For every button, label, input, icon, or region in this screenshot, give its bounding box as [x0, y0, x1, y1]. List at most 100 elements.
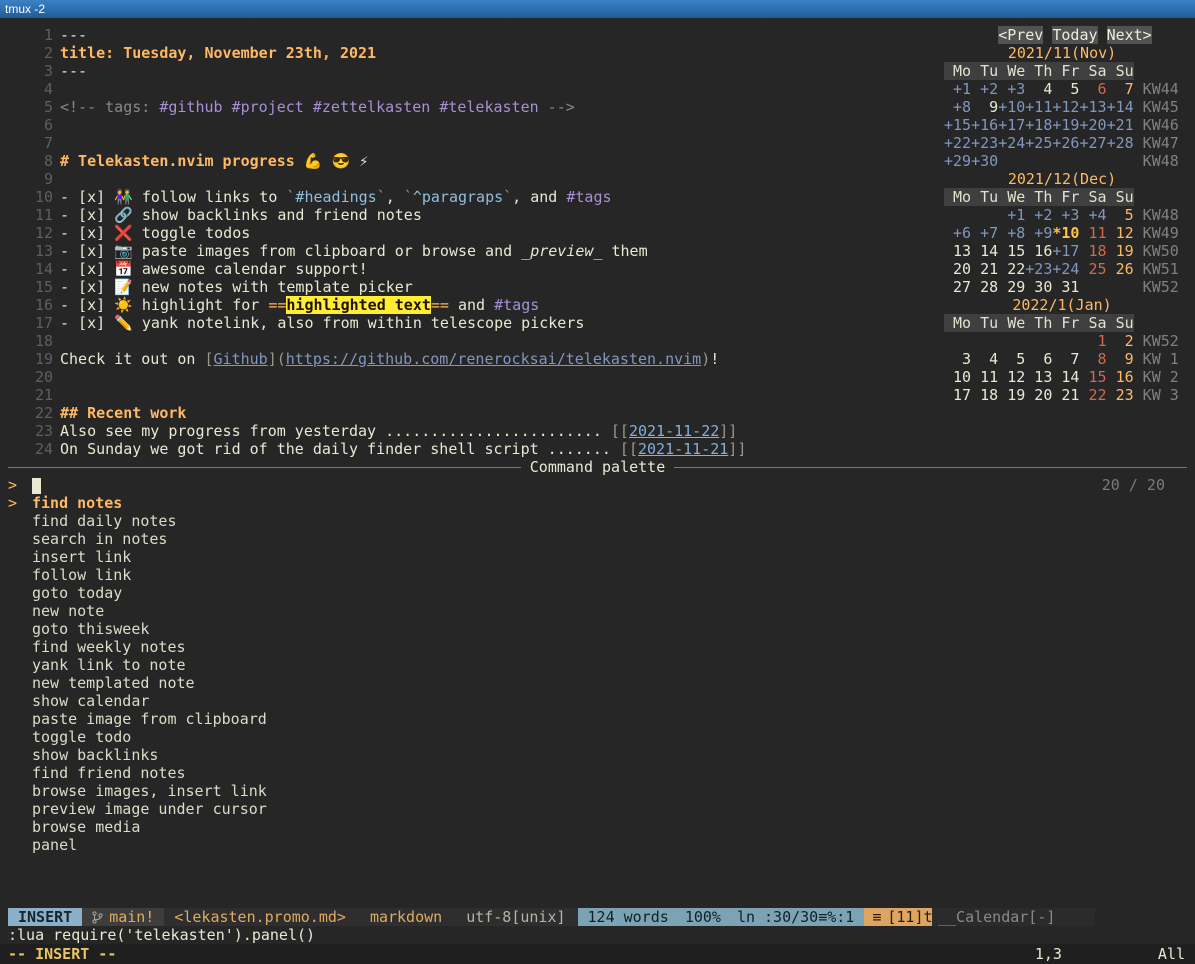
calendar-day[interactable]: +11 — [1025, 98, 1052, 116]
calendar-day[interactable]: +7 — [971, 224, 998, 242]
editor-line[interactable]: 12- [x] ❌ toggle todos — [8, 224, 944, 242]
editor-line[interactable]: 24On Sunday we got rid of the daily find… — [8, 440, 944, 458]
calendar-day[interactable]: 19 — [1107, 242, 1134, 260]
calendar-day[interactable]: +25 — [1025, 134, 1052, 152]
palette-item[interactable]: panel — [8, 836, 1195, 854]
calendar-day[interactable]: 5 — [1052, 80, 1079, 98]
calendar-day[interactable]: 7 — [1107, 80, 1134, 98]
calendar-day[interactable]: 16 — [1107, 368, 1134, 386]
calendar-day[interactable]: +15 — [944, 116, 971, 134]
calendar-day[interactable]: 9 — [971, 98, 998, 116]
editor-line[interactable]: 13- [x] 📷 paste images from clipboard or… — [8, 242, 944, 260]
editor-line[interactable]: 23Also see my progress from yesterday ..… — [8, 422, 944, 440]
calendar-day[interactable]: +6 — [944, 224, 971, 242]
calendar-day[interactable]: 12 — [1107, 224, 1134, 242]
calendar-day[interactable]: 25 — [1079, 260, 1106, 278]
calendar-day[interactable]: 14 — [1052, 368, 1079, 386]
calendar-day[interactable]: +10 — [998, 98, 1025, 116]
editor-line[interactable]: 8# Telekasten.nvim progress 💪 😎 ⚡ — [8, 152, 944, 170]
editor-line[interactable]: 3--- — [8, 62, 944, 80]
calendar-day[interactable]: 31 — [1052, 278, 1079, 296]
calendar-prev-button[interactable]: <Prev — [998, 26, 1043, 44]
calendar-day[interactable]: 26 — [1107, 260, 1134, 278]
calendar-day[interactable]: +20 — [1079, 116, 1106, 134]
editor-line[interactable]: 5<!-- tags: #github #project #zettelkast… — [8, 98, 944, 116]
calendar-day[interactable]: +19 — [1052, 116, 1079, 134]
calendar-day[interactable]: +30 — [971, 152, 998, 170]
calendar-day[interactable]: +23 — [1025, 260, 1052, 278]
palette-item[interactable]: toggle todo — [8, 728, 1195, 746]
calendar-day[interactable]: 5 — [998, 350, 1025, 368]
palette-item[interactable]: browse media — [8, 818, 1195, 836]
calendar-day[interactable]: 3 — [944, 350, 971, 368]
editor-line[interactable]: 22## Recent work — [8, 404, 944, 422]
editor-line[interactable]: 6 — [8, 116, 944, 134]
palette-item[interactable]: preview image under cursor — [8, 800, 1195, 818]
calendar-day[interactable]: +27 — [1079, 134, 1106, 152]
window-titlebar[interactable]: tmux -2 — [0, 0, 1195, 18]
calendar-day[interactable]: 16 — [1025, 242, 1052, 260]
calendar-day[interactable]: 21 — [1052, 386, 1079, 404]
calendar-day[interactable]: +24 — [998, 134, 1025, 152]
calendar-day[interactable]: 27 — [944, 278, 971, 296]
calendar-day[interactable]: +28 — [1107, 134, 1134, 152]
calendar-day[interactable]: +21 — [1107, 116, 1134, 134]
palette-item[interactable]: goto today — [8, 584, 1195, 602]
palette-item[interactable]: follow link — [8, 566, 1195, 584]
calendar-day[interactable]: +23 — [971, 134, 998, 152]
calendar-day[interactable]: +16 — [971, 116, 998, 134]
palette-item[interactable]: find friend notes — [8, 764, 1195, 782]
calendar-day[interactable]: +1 — [998, 206, 1025, 224]
calendar-day[interactable]: +13 — [1079, 98, 1106, 116]
palette-prompt[interactable]: > 20 / 20 — [8, 476, 1195, 494]
calendar-day[interactable]: 12 — [998, 368, 1025, 386]
calendar-day[interactable]: +14 — [1107, 98, 1134, 116]
editor-line[interactable]: 21 — [8, 386, 944, 404]
calendar-day[interactable]: +9 — [1025, 224, 1052, 242]
calendar-day[interactable]: 15 — [1079, 368, 1106, 386]
calendar-day[interactable]: 8 — [1079, 350, 1106, 368]
editor-line[interactable]: 7 — [8, 134, 944, 152]
editor-line[interactable]: 15- [x] 📝 new notes with template picker — [8, 278, 944, 296]
editor-line[interactable]: 11- [x] 🔗 show backlinks and friend note… — [8, 206, 944, 224]
calendar-day[interactable]: 18 — [971, 386, 998, 404]
calendar-day[interactable]: +4 — [1079, 206, 1106, 224]
editor-line[interactable]: 17- [x] ✏️ yank notelink, also from with… — [8, 314, 944, 332]
editor-line[interactable]: 20 — [8, 368, 944, 386]
palette-item[interactable]: new templated note — [8, 674, 1195, 692]
palette-item[interactable]: yank link to note — [8, 656, 1195, 674]
calendar-day[interactable]: 13 — [944, 242, 971, 260]
calendar-day[interactable]: +22 — [944, 134, 971, 152]
calendar-day[interactable]: 7 — [1052, 350, 1079, 368]
editor-line[interactable]: 2title: Tuesday, November 23th, 2021 — [8, 44, 944, 62]
calendar-day[interactable]: +8 — [944, 98, 971, 116]
palette-item[interactable]: new note — [8, 602, 1195, 620]
calendar-day[interactable]: 4 — [971, 350, 998, 368]
palette-item[interactable]: show backlinks — [8, 746, 1195, 764]
calendar-day[interactable]: 2 — [1107, 332, 1134, 350]
calendar-day[interactable]: 15 — [998, 242, 1025, 260]
calendar-day[interactable]: +18 — [1025, 116, 1052, 134]
calendar-day[interactable]: 6 — [1079, 80, 1106, 98]
calendar-day[interactable]: 9 — [1107, 350, 1134, 368]
calendar-day[interactable]: 30 — [1025, 278, 1052, 296]
calendar-today-button[interactable]: Today — [1052, 26, 1097, 44]
editor-line[interactable]: 14- [x] 📅 awesome calendar support! — [8, 260, 944, 278]
calendar-day[interactable]: +3 — [998, 80, 1025, 98]
calendar-day[interactable]: 28 — [971, 278, 998, 296]
calendar-day[interactable]: +29 — [944, 152, 971, 170]
palette-item[interactable]: goto thisweek — [8, 620, 1195, 638]
calendar-day[interactable]: 29 — [998, 278, 1025, 296]
editor-line[interactable]: 4 — [8, 80, 944, 98]
calendar-day[interactable]: 20 — [1025, 386, 1052, 404]
calendar-day[interactable]: 14 — [971, 242, 998, 260]
editor-line[interactable]: 16- [x] ☀️ highlight for ==highlighted t… — [8, 296, 944, 314]
palette-item[interactable]: insert link — [8, 548, 1195, 566]
command-line[interactable]: :lua require('telekasten').panel() — [8, 926, 1195, 944]
calendar-day[interactable]: 22 — [1079, 386, 1106, 404]
calendar-next-button[interactable]: Next> — [1107, 26, 1152, 44]
calendar-day[interactable]: 10 — [944, 368, 971, 386]
calendar-day[interactable]: 20 — [944, 260, 971, 278]
calendar-day[interactable]: 18 — [1079, 242, 1106, 260]
calendar-day[interactable]: 22 — [998, 260, 1025, 278]
